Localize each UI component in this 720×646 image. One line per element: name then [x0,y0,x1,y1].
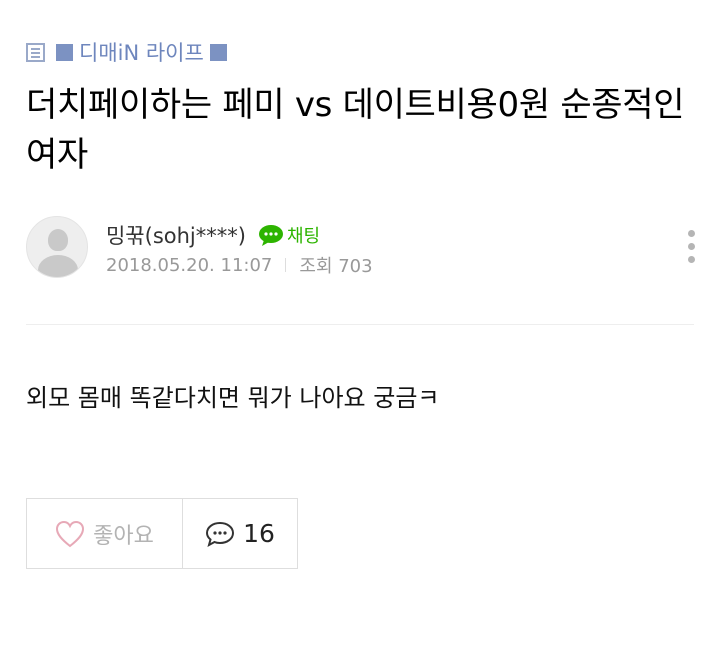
post-page: 디매iN 라이프 더치페이하는 페미 vs 데이트비용0원 순종적인 여자 밍꾺… [0,0,720,646]
post-actions: 좋아요 16 [26,498,298,569]
like-button[interactable]: 좋아요 [27,499,183,568]
avatar[interactable] [26,216,88,278]
board-label: 디매iN 라이프 [79,41,204,65]
chat-bubble-icon [258,225,283,246]
post-meta: 2018.05.20. 11:07 조회 703 [106,252,373,278]
board-square-right-icon [209,43,227,61]
heart-icon [56,520,85,547]
author-block: 밍꾺(sohj****) 채팅 2018.05.20. 11:07 조회 703 [26,216,696,280]
board-square-left-icon [56,43,73,61]
board-link[interactable]: 디매iN 라이프 [26,38,233,66]
view-count: 조회 703 [299,256,373,277]
chat-label: 채팅 [286,226,321,247]
chat-button[interactable]: 채팅 [258,222,320,248]
nickname-row: 밍꾺(sohj****) 채팅 [106,220,320,250]
comment-bubble-icon [206,521,235,547]
post-body: 외모 몸매 똑같다치면 뭐가 나아요 궁금ㅋ [26,384,440,412]
more-options-icon[interactable] [686,226,696,266]
author-nickname[interactable]: 밍꾺(sohj****) [106,220,246,250]
list-icon [26,42,45,62]
post-title: 더치페이하는 페미 vs 데이트비용0원 순종적인 여자 [26,85,685,175]
meta-divider [285,258,287,272]
like-label: 좋아요 [93,523,154,549]
divider [26,324,694,325]
comment-button[interactable]: 16 [183,499,297,568]
post-date: 2018.05.20. 11:07 [106,254,273,276]
comment-count: 16 [243,519,275,548]
